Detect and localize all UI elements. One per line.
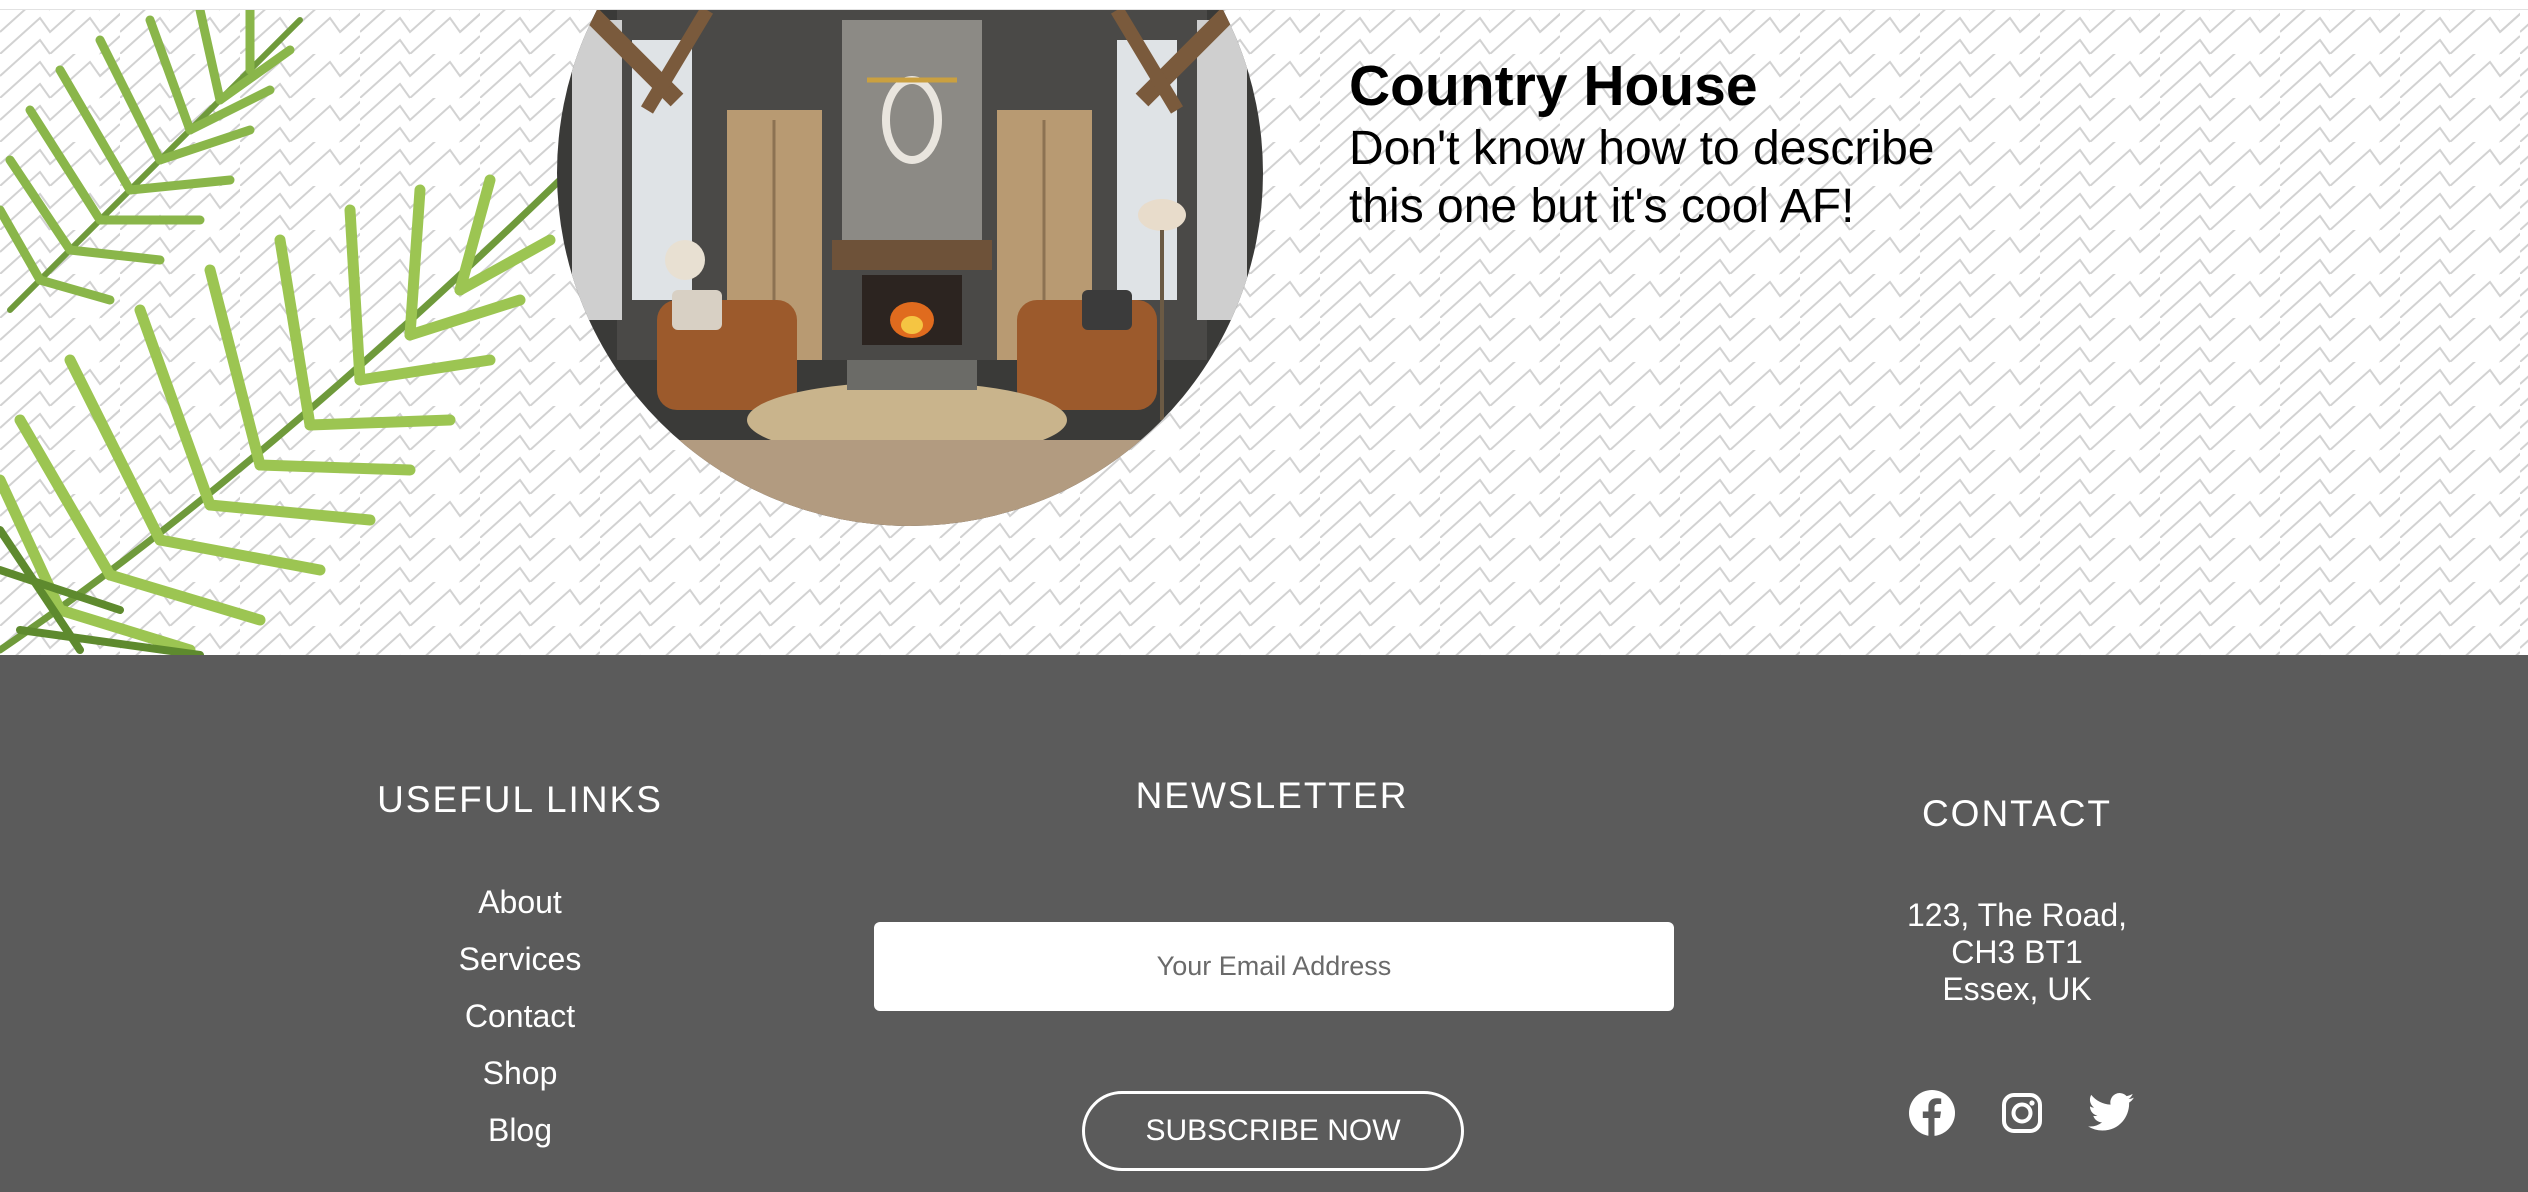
useful-links-list: About Services Contact Shop Blog xyxy=(320,877,720,1162)
hero-description-line-1: Don't know how to describe xyxy=(1349,122,1935,176)
contact-address: 123, The Road, CH3 BT1 Essex, UK xyxy=(1817,897,2217,1008)
footer-link-services[interactable]: Services xyxy=(320,934,720,991)
footer: USEFUL LINKS About Services Contact Shop… xyxy=(0,655,2528,1192)
address-line-3: Essex, UK xyxy=(1942,971,2092,1007)
subscribe-button[interactable]: SUBSCRIBE NOW xyxy=(1082,1091,1464,1171)
hero-section: Country House Don't know how to describe… xyxy=(0,10,2528,655)
address-line-1: 123, The Road, xyxy=(1906,897,2127,933)
footer-link-about[interactable]: About xyxy=(320,877,720,934)
social-links xyxy=(1900,1088,2140,1138)
top-border xyxy=(0,0,2528,10)
contact-heading: CONTACT xyxy=(1921,793,2113,834)
footer-link-shop[interactable]: Shop xyxy=(320,1048,720,1105)
page: Country House Don't know how to describe… xyxy=(0,0,2528,1192)
hero-title: Country House xyxy=(1349,54,1758,118)
footer-link-blog[interactable]: Blog xyxy=(320,1105,720,1162)
footer-link-contact[interactable]: Contact xyxy=(320,991,720,1048)
twitter-icon[interactable] xyxy=(2086,1088,2136,1138)
hero-text-block: Country House Don't know how to describe… xyxy=(1349,52,2049,237)
instagram-icon[interactable] xyxy=(1997,1088,2047,1138)
palm-leaf-decoration xyxy=(0,10,564,655)
useful-links-heading: USEFUL LINKS xyxy=(377,779,663,820)
address-line-2: CH3 BT1 xyxy=(1951,934,2083,970)
hero-description-line-2: this one but it's cool AF! xyxy=(1349,180,1855,234)
newsletter-heading: NEWSLETTER xyxy=(1135,775,1409,816)
facebook-icon[interactable] xyxy=(1907,1088,1957,1138)
newsletter-email-input[interactable] xyxy=(874,922,1674,1011)
